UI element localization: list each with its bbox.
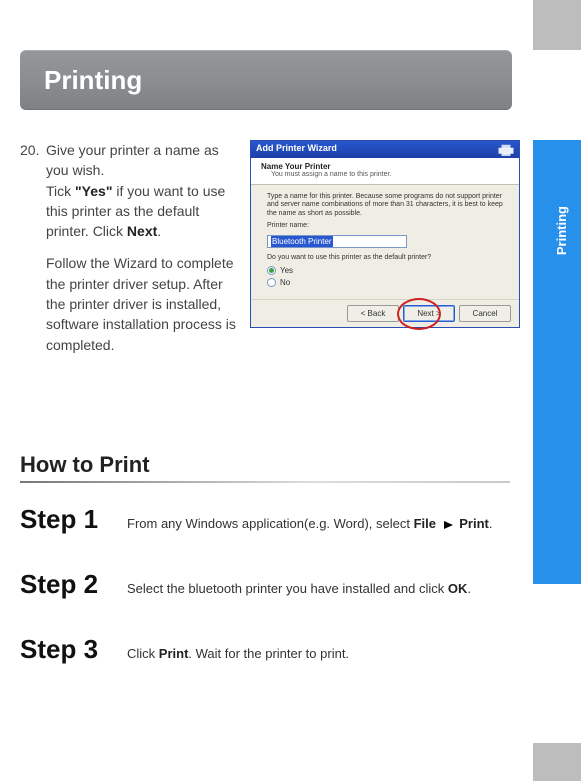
printer-name-value: Bluetooth Printer bbox=[271, 236, 333, 247]
step-2-ok: OK bbox=[448, 581, 468, 596]
step20-yes-bold: "Yes" bbox=[75, 183, 112, 199]
step-2: Step 2 Select the bluetooth printer you … bbox=[20, 569, 515, 600]
next-button[interactable]: Next > bbox=[403, 305, 455, 322]
step-3-print: Print bbox=[159, 646, 189, 661]
step-1-label: Step 1 bbox=[20, 504, 115, 535]
step20-text-b-pre: Tick bbox=[46, 183, 75, 199]
printer-icon bbox=[497, 143, 515, 157]
step-1-end: . bbox=[489, 516, 493, 531]
printer-name-label: Printer name: bbox=[267, 222, 503, 230]
back-button[interactable]: < Back bbox=[347, 305, 399, 322]
wizard-header: Name Your Printer You must assign a name… bbox=[251, 158, 519, 185]
step-2-end: . bbox=[467, 581, 471, 596]
wizard-dialog: Add Printer Wizard Name Your Printer You… bbox=[250, 140, 520, 328]
arrow-icon bbox=[444, 521, 453, 529]
step-2-text-a: Select the bluetooth printer you have in… bbox=[127, 581, 448, 596]
step-1-file: File bbox=[414, 516, 436, 531]
step20-text-b-end: . bbox=[157, 223, 161, 239]
section-heading: How to Print bbox=[20, 452, 510, 483]
page-title: Printing bbox=[44, 65, 142, 96]
default-printer-question: Do you want to use this printer as the d… bbox=[267, 254, 503, 262]
radio-no[interactable] bbox=[267, 278, 276, 287]
step-20: 20. Give your printer a name as you wish… bbox=[20, 140, 240, 367]
radio-yes[interactable] bbox=[267, 266, 276, 275]
step-3-label: Step 3 bbox=[20, 634, 115, 665]
step20-next-bold: Next bbox=[127, 223, 157, 239]
step20-text-a: Give your printer a name as you wish. bbox=[46, 142, 219, 178]
step-1: Step 1 From any Windows application(e.g.… bbox=[20, 504, 515, 535]
step-1-print: Print bbox=[459, 516, 489, 531]
step-2-label: Step 2 bbox=[20, 569, 115, 600]
step20-text-p2: Follow the Wizard to complete the printe… bbox=[46, 253, 240, 354]
step-number: 20. bbox=[20, 140, 46, 160]
side-tab-label: Printing bbox=[554, 206, 569, 255]
step-1-text-a: From any Windows application(e.g. Word),… bbox=[127, 516, 414, 531]
step-3-text-b: . Wait for the printer to print. bbox=[188, 646, 349, 661]
wizard-body: Type a name for this printer. Because so… bbox=[251, 185, 519, 297]
wizard-footer: < Back Next > Cancel bbox=[251, 299, 519, 327]
wizard-intro: Type a name for this printer. Because so… bbox=[267, 193, 503, 218]
printer-name-input[interactable]: Bluetooth Printer bbox=[267, 235, 407, 248]
steps-list: Step 1 From any Windows application(e.g.… bbox=[20, 504, 515, 665]
wizard-head-title: Name Your Printer bbox=[261, 162, 511, 171]
wizard-head-subtitle: You must assign a name to this printer. bbox=[271, 171, 511, 178]
wizard-title: Add Printer Wizard bbox=[256, 143, 337, 153]
bottom-tab-gray bbox=[533, 743, 581, 781]
step-3: Step 3 Click Print. Wait for the printer… bbox=[20, 634, 515, 665]
step-3-text-a: Click bbox=[127, 646, 159, 661]
wizard-titlebar: Add Printer Wizard bbox=[251, 141, 519, 158]
radio-no-label: No bbox=[280, 278, 290, 288]
radio-yes-label: Yes bbox=[280, 266, 293, 276]
cancel-button[interactable]: Cancel bbox=[459, 305, 511, 322]
title-bar: Printing bbox=[20, 50, 512, 110]
top-tab-gray bbox=[533, 0, 581, 50]
